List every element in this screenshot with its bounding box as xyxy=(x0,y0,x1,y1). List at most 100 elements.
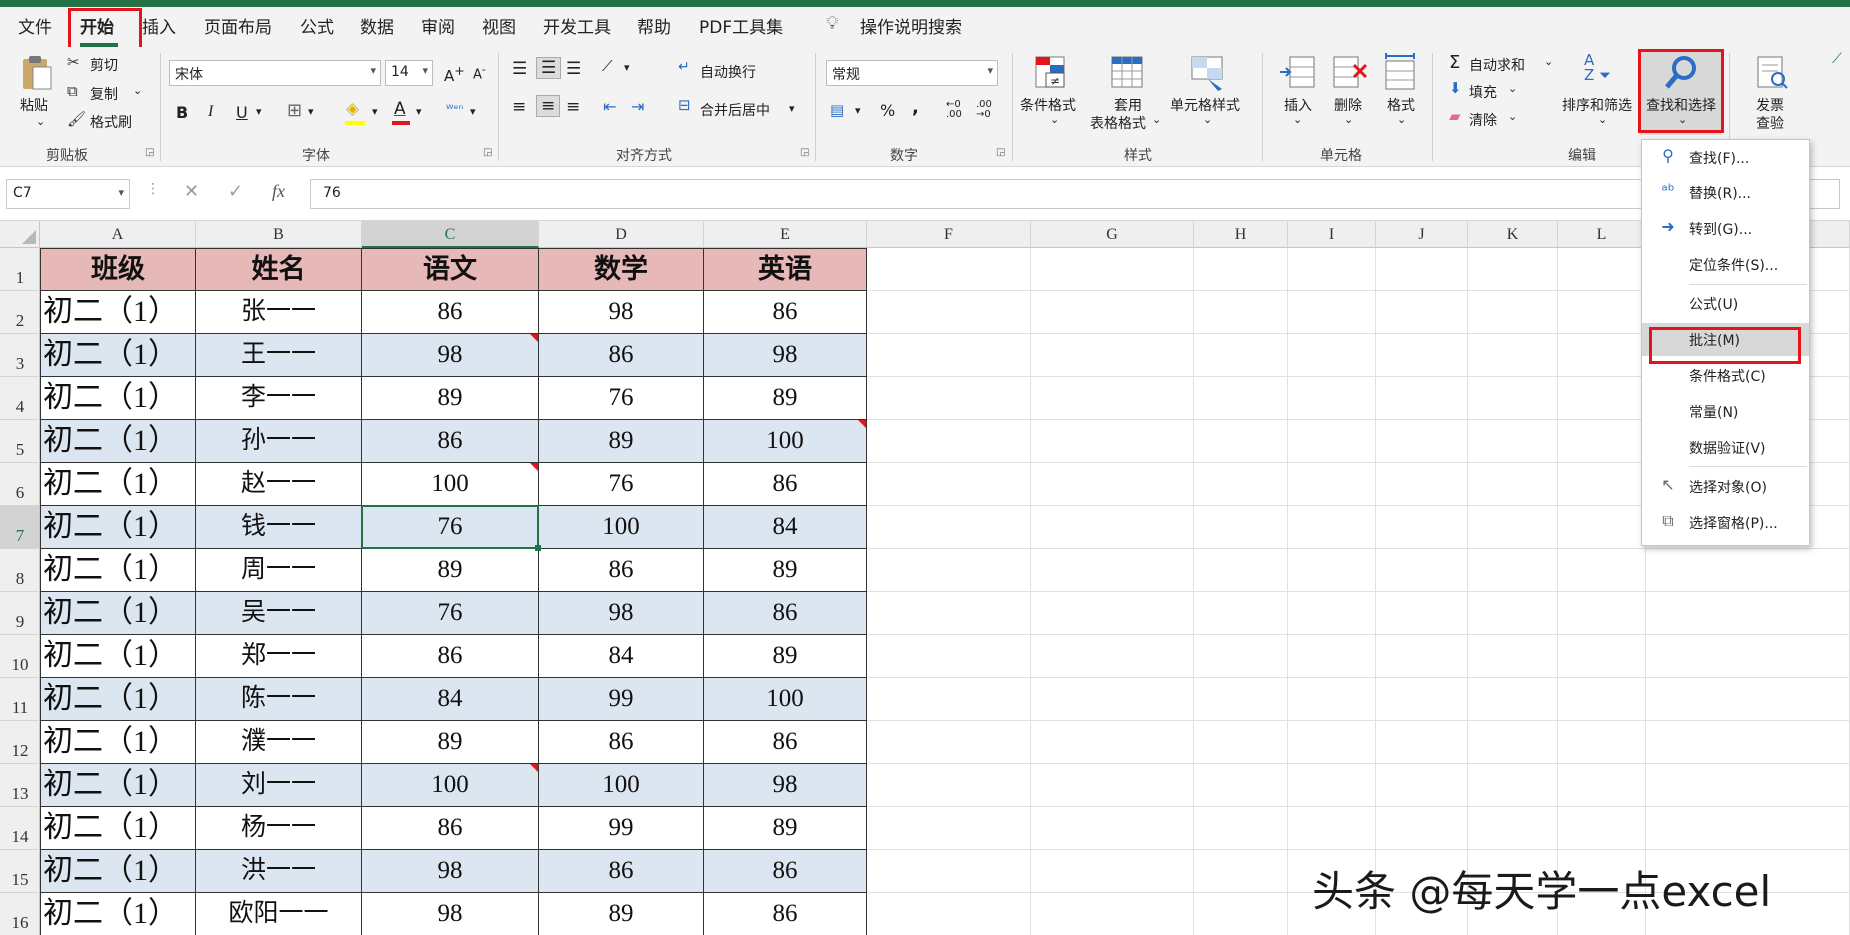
invoice-check-label-2[interactable]: 查验 xyxy=(1756,113,1784,133)
delete-cells-button[interactable]: 删除 xyxy=(1334,95,1362,115)
table-cell[interactable]: 初二（1） xyxy=(40,334,196,377)
borders-dropdown-icon[interactable]: ▾ xyxy=(308,105,314,118)
increase-font-icon[interactable]: A+ xyxy=(444,63,465,85)
invoice-check-icon[interactable] xyxy=(1752,53,1792,93)
table-cell[interactable]: 初二（1） xyxy=(40,807,196,850)
table-header-cell[interactable]: 姓名 xyxy=(196,248,362,291)
empty-cell[interactable] xyxy=(1031,463,1194,506)
format-cells-button[interactable]: 格式 xyxy=(1387,95,1415,115)
font-size-select[interactable]: 14 ▾ xyxy=(385,60,433,86)
tab-developer[interactable]: 开发工具 xyxy=(543,13,611,38)
tab-pdf-tools[interactable]: PDF工具集 xyxy=(699,13,783,38)
table-cell[interactable]: 初二（1） xyxy=(40,291,196,334)
format-as-table-label-2[interactable]: 表格格式 xyxy=(1090,113,1146,133)
empty-cell[interactable] xyxy=(1376,420,1468,463)
menu-item[interactable]: ᵃᵇ 替换(R)... xyxy=(1642,176,1809,209)
row-header[interactable]: 3 xyxy=(0,334,40,377)
column-header-i[interactable]: I xyxy=(1288,221,1376,248)
fill-handle[interactable] xyxy=(535,545,541,551)
table-format-dropdown-icon[interactable]: ⌄ xyxy=(1152,113,1161,126)
formula-input[interactable]: 76 xyxy=(310,179,1840,209)
empty-cell[interactable] xyxy=(1558,678,1646,721)
empty-cell[interactable] xyxy=(867,291,1031,334)
row-header[interactable]: 12 xyxy=(0,721,40,764)
empty-cell[interactable] xyxy=(867,893,1031,935)
empty-cell[interactable] xyxy=(1468,248,1558,291)
sort-dropdown-icon[interactable]: ⌄ xyxy=(1598,113,1607,126)
empty-cell[interactable] xyxy=(1468,506,1558,549)
copy-dropdown-icon[interactable]: ⌄ xyxy=(133,84,142,97)
empty-cell[interactable] xyxy=(1376,463,1468,506)
empty-cell[interactable] xyxy=(1288,807,1376,850)
empty-cell[interactable] xyxy=(867,506,1031,549)
empty-cell[interactable] xyxy=(1468,291,1558,334)
empty-cell[interactable] xyxy=(1194,764,1288,807)
table-cell[interactable]: 86 xyxy=(362,291,539,334)
empty-cell[interactable] xyxy=(1194,893,1288,935)
table-cell[interactable]: 84 xyxy=(362,678,539,721)
table-cell[interactable]: 郑一一 xyxy=(196,635,362,678)
empty-cell[interactable] xyxy=(1194,420,1288,463)
insert-dropdown-icon[interactable]: ⌄ xyxy=(1293,113,1302,126)
empty-cell[interactable] xyxy=(1031,635,1194,678)
table-cell[interactable]: 100 xyxy=(704,678,867,721)
empty-cell[interactable] xyxy=(1646,807,1850,850)
tab-view[interactable]: 视图 xyxy=(482,13,516,38)
empty-cell[interactable] xyxy=(1194,377,1288,420)
empty-cell[interactable] xyxy=(1194,592,1288,635)
empty-cell[interactable] xyxy=(1376,506,1468,549)
empty-cell[interactable] xyxy=(867,635,1031,678)
empty-cell[interactable] xyxy=(1288,248,1376,291)
clear-button[interactable]: 清除 xyxy=(1469,110,1497,130)
menu-item[interactable]: 条件格式(C) xyxy=(1642,359,1809,392)
number-format-select[interactable]: 常规 ▾ xyxy=(826,60,998,86)
empty-cell[interactable] xyxy=(1468,334,1558,377)
row-header[interactable]: 2 xyxy=(0,291,40,334)
align-center-icon[interactable]: ≡ xyxy=(536,95,561,117)
table-cell[interactable]: 100 xyxy=(362,764,539,807)
phonetic-icon[interactable]: ᵂᵉⁿ xyxy=(446,102,463,116)
wrap-text-button[interactable]: 自动换行 xyxy=(700,62,756,82)
row-header[interactable]: 7 xyxy=(0,506,40,549)
autosum-dropdown-icon[interactable]: ⌄ xyxy=(1544,55,1553,68)
empty-cell[interactable] xyxy=(1468,678,1558,721)
tab-formulas[interactable]: 公式 xyxy=(300,13,334,38)
menu-item[interactable]: ➜ 转到(G)... xyxy=(1642,212,1809,245)
table-cell[interactable]: 初二（1） xyxy=(40,549,196,592)
number-launcher-icon[interactable]: ◲ xyxy=(996,147,1005,158)
table-cell[interactable]: 100 xyxy=(539,506,704,549)
empty-cell[interactable] xyxy=(867,592,1031,635)
borders-icon[interactable]: ⊞ xyxy=(287,100,302,121)
empty-cell[interactable] xyxy=(1558,420,1646,463)
empty-cell[interactable] xyxy=(1468,764,1558,807)
format-painter-button[interactable]: 格式刷 xyxy=(90,112,132,132)
empty-cell[interactable] xyxy=(1376,549,1468,592)
fill-dropdown-icon[interactable]: ⌄ xyxy=(1508,82,1517,95)
italic-button[interactable]: I xyxy=(208,103,213,121)
name-box[interactable]: C7 ▾ xyxy=(6,179,130,209)
cell-styles-button[interactable]: 单元格样式 xyxy=(1170,95,1240,115)
table-cell[interactable]: 吴一一 xyxy=(196,592,362,635)
comma-style-icon[interactable]: , xyxy=(912,97,919,118)
menu-item[interactable]: 公式(U) xyxy=(1642,287,1809,320)
empty-cell[interactable] xyxy=(1376,334,1468,377)
table-cell[interactable]: 初二（1） xyxy=(40,721,196,764)
format-as-table-icon[interactable] xyxy=(1108,53,1148,93)
column-header-d[interactable]: D xyxy=(539,221,704,248)
select-all-corner[interactable] xyxy=(0,221,40,248)
empty-cell[interactable] xyxy=(1468,420,1558,463)
empty-cell[interactable] xyxy=(1376,248,1468,291)
table-cell[interactable]: 初二（1） xyxy=(40,635,196,678)
empty-cell[interactable] xyxy=(867,850,1031,893)
empty-cell[interactable] xyxy=(1376,678,1468,721)
empty-cell[interactable] xyxy=(1376,377,1468,420)
empty-cell[interactable] xyxy=(1468,592,1558,635)
column-header-l[interactable]: L xyxy=(1558,221,1646,248)
table-cell[interactable]: 初二（1） xyxy=(40,764,196,807)
empty-cell[interactable] xyxy=(1468,721,1558,764)
empty-cell[interactable] xyxy=(867,678,1031,721)
column-header-a[interactable]: A xyxy=(40,221,196,248)
menu-item[interactable]: ↖ 选择对象(O) xyxy=(1642,470,1809,503)
empty-cell[interactable] xyxy=(1376,721,1468,764)
column-header-b[interactable]: B xyxy=(196,221,362,248)
